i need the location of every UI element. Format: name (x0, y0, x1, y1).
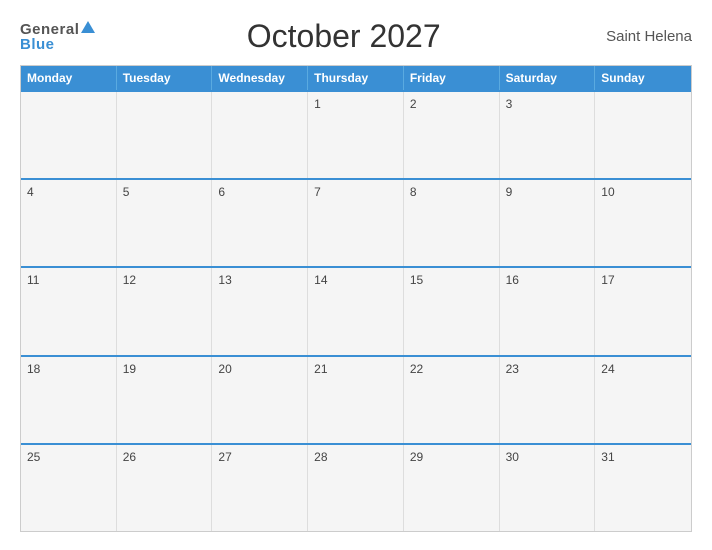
weekday-tuesday: Tuesday (117, 66, 213, 90)
day-number: 27 (218, 450, 231, 464)
calendar-week-5: 25 26 27 28 29 30 31 (21, 443, 691, 531)
day-number: 20 (218, 362, 231, 376)
header: General Blue October 2027 Saint Helena (20, 18, 692, 55)
calendar-cell: 13 (212, 268, 308, 354)
calendar-cell: 21 (308, 357, 404, 443)
calendar-cell: 22 (404, 357, 500, 443)
calendar-cell: 30 (500, 445, 596, 531)
day-number: 24 (601, 362, 614, 376)
day-number: 1 (314, 97, 321, 111)
calendar-cell: 16 (500, 268, 596, 354)
day-number: 8 (410, 185, 417, 199)
calendar-cell: 8 (404, 180, 500, 266)
day-number: 19 (123, 362, 136, 376)
day-number: 14 (314, 273, 327, 287)
calendar-week-2: 4 5 6 7 8 9 10 (21, 178, 691, 266)
logo: General Blue (20, 22, 95, 52)
day-number: 17 (601, 273, 614, 287)
calendar-week-3: 11 12 13 14 15 16 17 (21, 266, 691, 354)
day-number: 11 (27, 273, 39, 287)
calendar-cell (212, 92, 308, 178)
calendar-cell: 28 (308, 445, 404, 531)
calendar-cell: 23 (500, 357, 596, 443)
day-number: 25 (27, 450, 40, 464)
calendar-cell: 7 (308, 180, 404, 266)
day-number: 22 (410, 362, 423, 376)
calendar-cell: 18 (21, 357, 117, 443)
day-number: 7 (314, 185, 321, 199)
calendar-cell: 17 (595, 268, 691, 354)
day-number: 23 (506, 362, 519, 376)
calendar-cell: 3 (500, 92, 596, 178)
day-number: 13 (218, 273, 231, 287)
calendar-cell: 24 (595, 357, 691, 443)
calendar-body: 1234567891011121314151617181920212223242… (21, 90, 691, 531)
day-number: 15 (410, 273, 423, 287)
calendar-cell: 31 (595, 445, 691, 531)
calendar-cell: 9 (500, 180, 596, 266)
day-number: 26 (123, 450, 136, 464)
day-number: 3 (506, 97, 513, 111)
calendar-week-4: 18 19 20 21 22 23 24 (21, 355, 691, 443)
calendar-cell: 27 (212, 445, 308, 531)
logo-blue-text: Blue (20, 37, 55, 52)
day-number: 5 (123, 185, 130, 199)
month-title: October 2027 (95, 18, 592, 55)
day-number: 9 (506, 185, 513, 199)
day-number: 4 (27, 185, 34, 199)
weekday-saturday: Saturday (500, 66, 596, 90)
day-number: 30 (506, 450, 519, 464)
day-number: 6 (218, 185, 225, 199)
calendar-cell: 20 (212, 357, 308, 443)
location-label: Saint Helena (592, 28, 692, 45)
calendar-cell (21, 92, 117, 178)
calendar-cell: 4 (21, 180, 117, 266)
calendar-cell: 29 (404, 445, 500, 531)
calendar-cell: 26 (117, 445, 213, 531)
day-number: 31 (601, 450, 614, 464)
logo-general-text: General (20, 22, 79, 37)
day-number: 16 (506, 273, 519, 287)
calendar-cell: 12 (117, 268, 213, 354)
calendar-cell: 1 (308, 92, 404, 178)
weekday-thursday: Thursday (308, 66, 404, 90)
calendar-cell: 11 (21, 268, 117, 354)
calendar: Monday Tuesday Wednesday Thursday Friday… (20, 65, 692, 532)
calendar-cell: 19 (117, 357, 213, 443)
calendar-cell: 14 (308, 268, 404, 354)
calendar-header: Monday Tuesday Wednesday Thursday Friday… (21, 66, 691, 90)
day-number: 10 (601, 185, 614, 199)
calendar-cell: 10 (595, 180, 691, 266)
logo-triangle-icon (81, 21, 95, 33)
calendar-cell: 2 (404, 92, 500, 178)
weekday-wednesday: Wednesday (212, 66, 308, 90)
weekday-monday: Monday (21, 66, 117, 90)
calendar-cell: 5 (117, 180, 213, 266)
calendar-cell: 25 (21, 445, 117, 531)
weekday-friday: Friday (404, 66, 500, 90)
day-number: 28 (314, 450, 327, 464)
weekday-sunday: Sunday (595, 66, 691, 90)
day-number: 12 (123, 273, 136, 287)
calendar-cell: 15 (404, 268, 500, 354)
calendar-cell (117, 92, 213, 178)
day-number: 29 (410, 450, 423, 464)
page: General Blue October 2027 Saint Helena M… (0, 0, 712, 550)
calendar-cell: 6 (212, 180, 308, 266)
day-number: 2 (410, 97, 417, 111)
calendar-week-1: 1 2 3 (21, 90, 691, 178)
day-number: 21 (314, 362, 327, 376)
day-number: 18 (27, 362, 40, 376)
calendar-cell (595, 92, 691, 178)
